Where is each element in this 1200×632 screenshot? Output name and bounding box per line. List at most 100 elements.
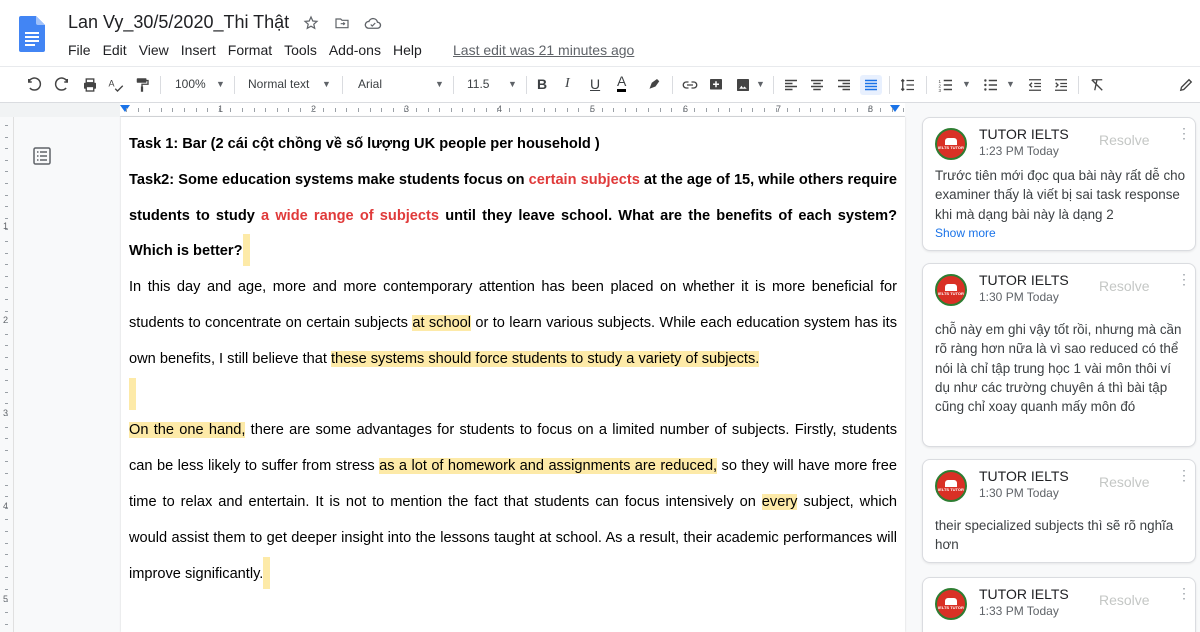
more-options-icon[interactable]: ⋮	[1177, 272, 1191, 286]
document-body[interactable]: Task 1: Bar (2 cái cột chồng về số lượng…	[129, 127, 897, 592]
more-options-icon[interactable]: ⋮	[1177, 126, 1191, 140]
align-right-icon[interactable]	[834, 75, 854, 95]
highlight-color-icon[interactable]	[644, 75, 664, 95]
line-spacing-icon[interactable]	[898, 75, 918, 95]
add-comment-icon[interactable]	[706, 75, 726, 95]
style-caret-icon[interactable]: ▼	[322, 79, 331, 89]
vruler-tick	[5, 252, 8, 254]
menu-add-ons[interactable]: Add-ons	[329, 42, 381, 58]
ruler-tick	[729, 108, 731, 112]
menu-edit[interactable]: Edit	[103, 42, 127, 58]
bulleted-list-caret-icon[interactable]: ▼	[1006, 79, 1015, 89]
redo-icon[interactable]	[52, 75, 72, 95]
underline-button[interactable]: U	[590, 76, 600, 92]
justify-icon[interactable]	[860, 75, 882, 95]
resolve-button[interactable]: Resolve	[1099, 592, 1150, 608]
menu-file[interactable]: File	[68, 42, 91, 58]
paragraph-body-1: On the one hand, there are some advantag…	[129, 413, 897, 592]
spellcheck-icon[interactable]: A	[106, 75, 126, 95]
ruler-tick	[694, 108, 696, 112]
ruler-tick	[381, 108, 383, 112]
vruler-tick	[5, 380, 8, 382]
numbered-list-caret-icon[interactable]: ▼	[962, 79, 971, 89]
document-title[interactable]: Lan Vy_30/5/2020_Thi Thật	[68, 12, 289, 33]
italic-button[interactable]: I	[565, 76, 570, 92]
bold-button[interactable]: B	[537, 76, 547, 92]
decrease-indent-icon[interactable]	[1025, 75, 1045, 95]
move-to-folder-icon[interactable]	[333, 14, 351, 32]
ruler-tick	[392, 108, 394, 112]
insert-link-icon[interactable]	[680, 75, 700, 95]
comment-author: TUTOR IELTS	[979, 468, 1069, 484]
commented-text[interactable]: On the one hand,	[129, 422, 246, 439]
menu-help[interactable]: Help	[393, 42, 422, 58]
show-more-link[interactable]: Show more	[935, 226, 996, 240]
ruler-tick	[137, 108, 139, 112]
align-left-icon[interactable]	[781, 75, 801, 95]
comment-anchor-highlight[interactable]	[242, 234, 250, 267]
align-center-icon[interactable]	[807, 75, 827, 95]
ruler-tick	[323, 108, 325, 112]
font-size-select[interactable]: 11.5	[467, 77, 489, 91]
google-docs-logo-icon[interactable]	[19, 16, 45, 52]
ruler-tick	[717, 108, 719, 112]
increase-indent-icon[interactable]	[1051, 75, 1071, 95]
ruler-tick	[810, 108, 812, 112]
editing-pencil-icon[interactable]	[1176, 75, 1196, 95]
commented-text[interactable]: every	[761, 493, 798, 510]
image-caret-icon[interactable]: ▼	[756, 79, 765, 89]
vruler-tick	[5, 473, 8, 474]
vertical-ruler[interactable]: 1 2 3 4 5	[0, 117, 14, 632]
clear-formatting-icon[interactable]	[1087, 75, 1107, 95]
ruler-tick	[474, 108, 475, 112]
font-caret-icon[interactable]: ▼	[435, 79, 444, 89]
more-options-icon[interactable]: ⋮	[1177, 468, 1191, 482]
comment-anchor-highlight[interactable]	[129, 377, 136, 410]
insert-image-icon[interactable]	[733, 75, 753, 95]
vruler-tick	[5, 206, 8, 208]
zoom-select[interactable]: 100%	[175, 77, 206, 91]
commented-text[interactable]: at school	[412, 314, 472, 331]
comment-anchor-highlight[interactable]	[263, 556, 271, 589]
left-indent-marker[interactable]	[120, 105, 130, 112]
comment-card[interactable]: IELTS TUTOR TUTOR IELTS 1:33 PM Today Re…	[922, 577, 1196, 632]
menu-view[interactable]: View	[139, 42, 169, 58]
ruler-tick	[207, 108, 209, 112]
vruler-tick	[5, 519, 8, 521]
vruler-tick	[5, 496, 8, 498]
bulleted-list-icon[interactable]	[981, 75, 1001, 95]
comment-card[interactable]: IELTS TUTOR TUTOR IELTS 1:23 PM Today Re…	[922, 117, 1196, 251]
zoom-caret-icon[interactable]: ▼	[216, 79, 225, 89]
star-icon[interactable]	[302, 14, 320, 32]
more-options-icon[interactable]: ⋮	[1177, 586, 1191, 600]
style-select[interactable]: Normal text	[248, 77, 309, 91]
horizontal-ruler[interactable]: 1 2 3 4 5 6 7 8	[120, 103, 905, 117]
cloud-status-icon[interactable]	[364, 14, 382, 32]
numbered-list-icon[interactable]: 123	[936, 75, 956, 95]
document-outline-icon[interactable]	[32, 146, 52, 166]
ruler-tick	[300, 108, 301, 112]
ruler-tick	[798, 108, 800, 112]
menu-insert[interactable]: Insert	[181, 42, 216, 58]
ruler-tick	[613, 108, 615, 112]
resolve-button[interactable]: Resolve	[1099, 474, 1150, 490]
menu-tools[interactable]: Tools	[284, 42, 317, 58]
undo-icon[interactable]	[24, 75, 44, 95]
comment-card[interactable]: IELTS TUTOR TUTOR IELTS 1:30 PM Today Re…	[922, 263, 1196, 447]
document-page[interactable]: Task 1: Bar (2 cái cột chồng về số lượng…	[121, 117, 905, 632]
menu-format[interactable]: Format	[228, 42, 272, 58]
text-color-button[interactable]: A	[617, 73, 627, 92]
last-edit-link[interactable]: Last edit was 21 minutes ago	[453, 42, 634, 58]
font-select[interactable]: Arial	[358, 77, 382, 91]
commented-text[interactable]: as a lot of homework and assignments are…	[379, 458, 718, 475]
resolve-button[interactable]: Resolve	[1099, 278, 1150, 294]
commented-text[interactable]: these systems should force students to s…	[331, 350, 760, 367]
ruler-tick	[787, 108, 789, 112]
print-icon[interactable]	[80, 75, 100, 95]
font-size-caret-icon[interactable]: ▼	[508, 79, 517, 89]
vruler-tick	[5, 217, 8, 219]
vruler-tick	[5, 357, 8, 358]
paint-format-icon[interactable]	[132, 75, 152, 95]
resolve-button[interactable]: Resolve	[1099, 132, 1150, 148]
comment-card[interactable]: IELTS TUTOR TUTOR IELTS 1:30 PM Today Re…	[922, 459, 1196, 563]
